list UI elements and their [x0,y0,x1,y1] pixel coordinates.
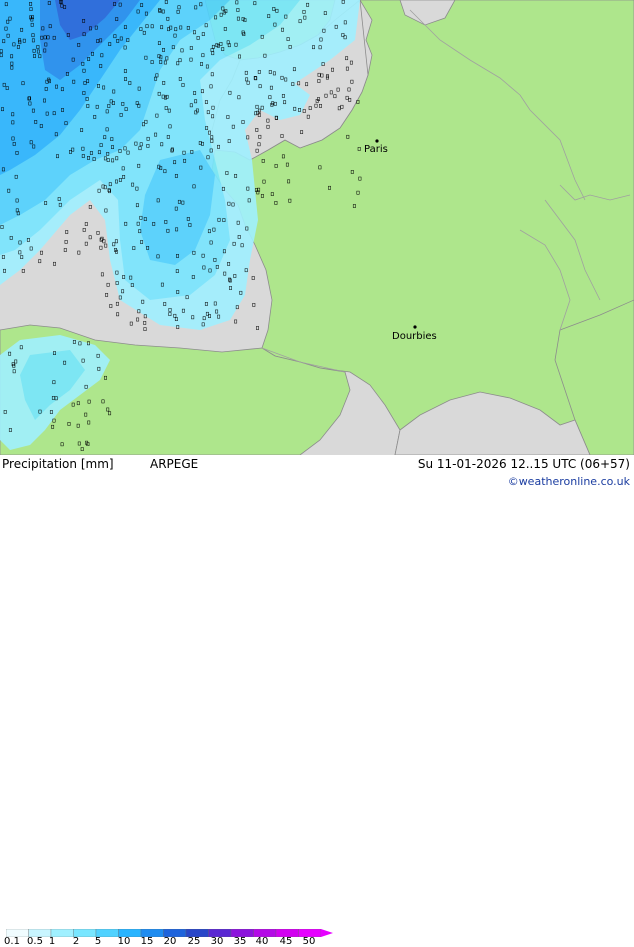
legend-tick: 5 [94,936,102,947]
city-label-paris: Paris [364,144,388,155]
legend-tick: 1 [48,936,56,947]
legend-tick: 40 [255,936,269,947]
city-dot [413,325,417,329]
footer-datetime: Su 11-01-2026 12..15 UTC (06+57) [417,457,630,471]
legend-tick: 25 [187,936,201,947]
legend-tick: 10 [117,936,131,947]
legend-tick: 2 [72,936,80,947]
precipitation-map[interactable]: Paris Dourbies [0,0,634,455]
legend-tick: 45 [279,936,293,947]
footer-credit[interactable]: ©weatheronline.co.uk [508,475,630,488]
city-dot [375,139,379,143]
legend-tick: 50 [302,936,316,947]
map-footer: Precipitation [mm] ARPEGE Su 11-01-2026 … [0,455,634,947]
legend-tick: 35 [233,936,247,947]
legend-tick: 0.1 [4,936,20,947]
legend-tick: 0.5 [27,936,43,947]
city-label-dourbies: Dourbies [392,331,437,342]
legend-tick: 15 [140,936,154,947]
legend-tick: 30 [210,936,224,947]
footer-title: Precipitation [mm] [2,457,114,471]
footer-model: ARPEGE [150,457,199,471]
legend-arrow [321,929,333,937]
legend-tick: 20 [163,936,177,947]
